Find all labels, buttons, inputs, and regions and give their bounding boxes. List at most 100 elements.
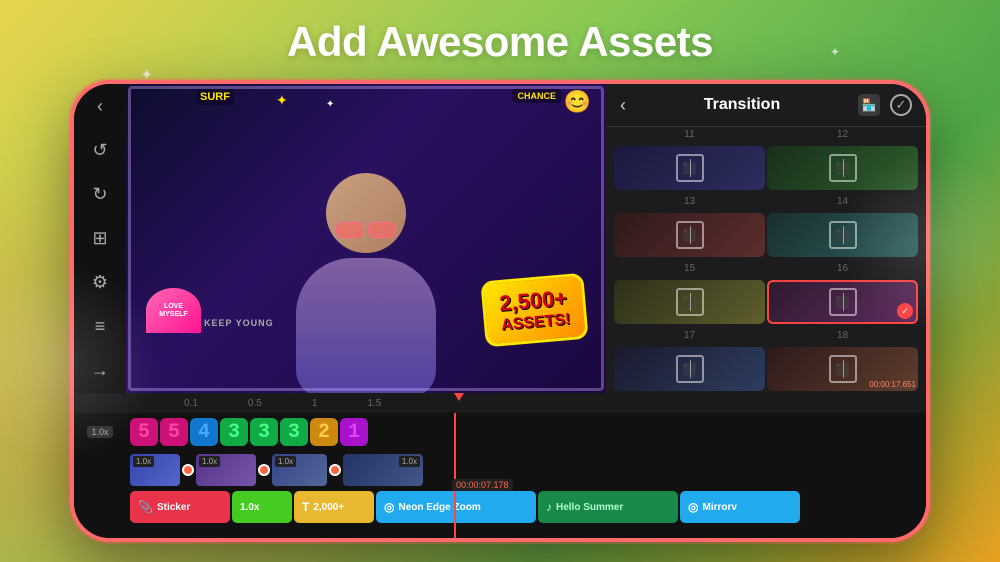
video-clips-content: 1.0x 1.0x 1.0x 1. (126, 454, 926, 486)
sticker-label: Sticker (157, 502, 190, 513)
timeline-area: 0.1 0.5 1 1.5 1.0x (74, 393, 926, 538)
panel-actions: 🏪 ✓ (858, 94, 912, 116)
video-stickers: 😊 SURF ✦ ✦ CHANCE LOVEMYSELF 2,500+ (126, 84, 606, 393)
transition-icon-14: ⬛ (829, 221, 857, 249)
redo-button[interactable]: ↻ (84, 182, 116, 208)
number-chip-5b: 5 (160, 418, 188, 446)
transition-item-11[interactable]: ⬛ (614, 146, 765, 190)
surf-sticker: SURF (196, 89, 234, 105)
star-sticker-1: ✦ (276, 92, 288, 109)
confirm-icon[interactable]: ✓ (890, 94, 912, 116)
music-icon: ♪ (546, 500, 552, 514)
chance-text: CHANCE (512, 89, 561, 103)
grid-number-labels-3: 15 16 (606, 261, 926, 276)
transition-grid-row3: ⬛ ⬛ ✓ (606, 276, 926, 328)
clip-1[interactable]: 1.0x (130, 454, 180, 486)
keep-young-text: KEEP YOUNG (204, 318, 274, 328)
number-chip-5a: 5 (130, 418, 158, 446)
settings-button[interactable]: ⚙ (84, 269, 116, 295)
transition-icon-17: ⬛ (676, 355, 704, 383)
panel-header: ‹ Transition 🏪 ✓ (606, 84, 926, 127)
text-clip[interactable]: T 2,000+ (294, 491, 374, 523)
ruler-01: 0.1 (184, 398, 198, 409)
music-label: Hello Summer (556, 502, 623, 513)
assets-badge: 2,500+ ASSETS! (480, 273, 589, 348)
clip-2[interactable]: 1.0x (196, 454, 256, 486)
number-chip-4: 4 (190, 418, 218, 446)
clip-4[interactable]: 1.0x (343, 454, 423, 486)
main-clips: 1.0x 1.0x 1.0x 1. (126, 454, 423, 486)
transition-icon-11: ⬛ (676, 154, 704, 182)
mirror-icon: ◎ (688, 500, 698, 514)
heart-sticker: LOVEMYSELF (146, 288, 201, 333)
neon-icon: ◎ (384, 500, 394, 514)
emoji-sticker: 😊 (564, 89, 591, 115)
number-chip-3b: 3 (250, 418, 278, 446)
transition-item-17[interactable]: ⬛ (614, 347, 765, 391)
video-preview: 😊 SURF ✦ ✦ CHANCE LOVEMYSELF 2,500+ (126, 84, 606, 393)
grid-number-labels-2: 13 14 (606, 194, 926, 209)
ruler-05: 0.5 (248, 398, 262, 409)
number-chip-3c: 3 (280, 418, 308, 446)
transition-item-16[interactable]: ⬛ ✓ (767, 280, 918, 324)
transition-grid-row1: ⬛ ⬛ (606, 142, 926, 194)
transition-icon-12: ⬛ (829, 154, 857, 182)
transition-icon-16: ⬛ (829, 288, 857, 316)
number-chip-3a: 3 (220, 418, 248, 446)
transition-item-14[interactable]: ⬛ (767, 213, 918, 257)
neon-label: Neon Edge Zoom (398, 502, 480, 513)
clip-connector-2 (258, 464, 270, 476)
mirror-clip[interactable]: ◎ Mirrorv (680, 491, 800, 523)
sticker-clip[interactable]: 📎 Sticker (130, 491, 230, 523)
transition-icon-13: ⬛ (676, 221, 704, 249)
grid-number-labels: 11 12 (606, 127, 926, 142)
menu-button[interactable]: ≡ (84, 313, 116, 339)
crop-button[interactable]: ⊞ (84, 226, 116, 252)
bottom-clips-row: 📎 Sticker 1.0x T 2,000+ ◎ Neon Edge Zoom (74, 489, 926, 525)
phone-frame: ‹ ↺ ↻ ⊞ ⚙ ≡ → (70, 80, 930, 542)
timeline-tracks: 1.0x 5 5 4 3 3 3 2 1 (74, 413, 926, 538)
timeline-ruler: 0.1 0.5 1 1.5 (74, 393, 926, 413)
undo-button[interactable]: ↺ (84, 138, 116, 164)
ruler-1: 1 (312, 398, 318, 409)
left-sidebar: ‹ ↺ ↻ ⊞ ⚙ ≡ → (74, 84, 126, 393)
back-button[interactable]: ‹ (84, 94, 116, 120)
sticker-icon: 📎 (138, 500, 153, 514)
playhead (454, 413, 456, 538)
star-sticker-2: ✦ (326, 99, 334, 110)
transition-selected-check: ✓ (897, 303, 913, 319)
numbers-track: 1.0x 5 5 4 3 3 3 2 1 (74, 413, 926, 451)
clip-connector-1 (182, 464, 194, 476)
number-chips: 5 5 4 3 3 3 2 1 (126, 418, 372, 446)
number-chip-1: 1 (340, 418, 368, 446)
transition-item-13[interactable]: ⬛ (614, 213, 765, 257)
playhead-marker (454, 393, 464, 401)
text-count-label: 2,000+ (313, 502, 344, 513)
playhead-time: 00:00:07.178 (452, 479, 513, 491)
transition-panel: ‹ Transition 🏪 ✓ 11 12 ⬛ (606, 84, 926, 393)
music-clip[interactable]: ♪ Hello Summer (538, 491, 678, 523)
clip-3[interactable]: 1.0x (272, 454, 327, 486)
transition-item-15[interactable]: ⬛ (614, 280, 765, 324)
transition-icon-15: ⬛ (676, 288, 704, 316)
end-time-label: 00:00:17.651 (869, 380, 916, 389)
track-scale-label: 1.0x (74, 426, 126, 438)
mirror-label: Mirrorv (702, 502, 736, 513)
ruler-15: 1.5 (367, 398, 381, 409)
grid-number-labels-4: 17 18 (606, 328, 926, 343)
video-clips-track: 1.0x 1.0x 1.0x 1. (74, 451, 926, 489)
transition-grid-row2: ⬛ ⬛ (606, 209, 926, 261)
export-button[interactable]: → (84, 357, 116, 383)
text-icon: T (302, 500, 309, 514)
page-title: Add Awesome Assets (0, 18, 1000, 66)
transition-item-12[interactable]: ⬛ (767, 146, 918, 190)
panel-back-button[interactable]: ‹ (620, 95, 626, 116)
scale-label: 1.0x (240, 502, 259, 513)
transition-item-18[interactable]: ⬛ 00:00:17.651 (767, 347, 918, 391)
scale-clip[interactable]: 1.0x (232, 491, 292, 523)
panel-title: Transition (634, 96, 850, 114)
content-area: ‹ ↺ ↻ ⊞ ⚙ ≡ → (74, 84, 926, 393)
store-icon[interactable]: 🏪 (858, 94, 880, 116)
transition-grid-row4: ⬛ ⬛ 00:00:17.651 (606, 343, 926, 393)
neon-clip[interactable]: ◎ Neon Edge Zoom (376, 491, 536, 523)
